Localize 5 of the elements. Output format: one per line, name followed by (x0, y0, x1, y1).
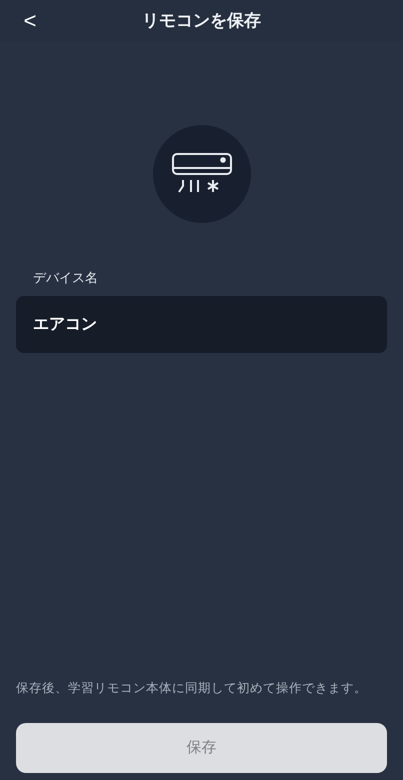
screen-title: リモコンを保存 (142, 10, 261, 32)
sync-note: 保存後、学習リモコン本体に同期して初めて操作できます。 (16, 680, 368, 698)
back-button[interactable]: < (20, 6, 40, 34)
field-label: デバイス名 (33, 269, 99, 287)
device-name-field[interactable]: エアコン (16, 296, 387, 352)
